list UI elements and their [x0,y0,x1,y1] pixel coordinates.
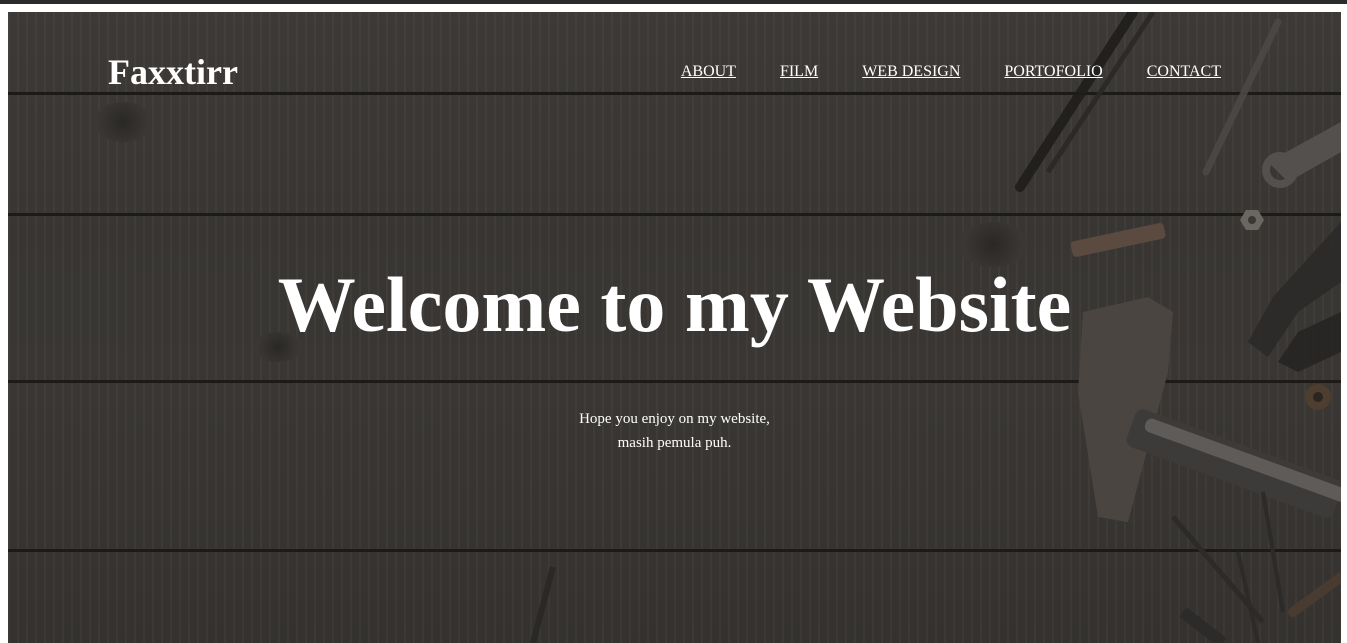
hero-subtitle: Hope you enjoy on my website, masih pemu… [8,407,1341,455]
hero-subtitle-line-2: masih pemula puh. [617,435,732,451]
hero-title: Welcome to my Website [277,261,1072,348]
hero-section: Faxxtirr ABOUT FILM WEB DESIGN PORTOFOLI… [8,12,1341,643]
nav-link-portofolio[interactable]: PORTOFOLIO [1004,62,1102,82]
hero-subtitle-line-1: Hope you enjoy on my website, [579,411,770,427]
window-top-bar [0,0,1347,4]
screwdriver-icon [1202,18,1282,176]
nav-link-about[interactable]: ABOUT [681,62,736,82]
drill-bit-icon [1179,572,1341,643]
bolt-icon [1070,222,1166,257]
screwdriver-icon [1015,12,1156,192]
nav-link-contact[interactable]: CONTACT [1147,62,1221,82]
nav-link-film[interactable]: FILM [780,62,818,82]
brand-logo[interactable]: Faxxtirr [108,51,238,93]
main-nav: ABOUT FILM WEB DESIGN PORTOFOLIO CONTACT [637,62,1221,82]
nut-icon [1240,210,1264,230]
screw-icon [530,566,556,643]
wrench-icon [1262,122,1341,188]
nav-link-web-design[interactable]: WEB DESIGN [862,62,960,82]
